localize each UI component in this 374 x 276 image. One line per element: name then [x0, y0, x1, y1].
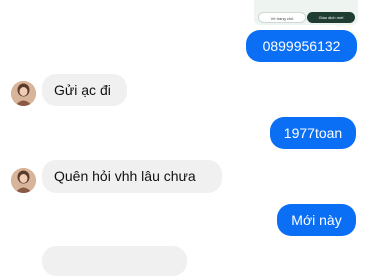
- new-transaction-button[interactable]: Giao dịch mới: [307, 12, 355, 23]
- message-text: 1977toan: [283, 125, 343, 141]
- avatar[interactable]: [11, 168, 36, 193]
- incoming-message[interactable]: [42, 246, 187, 276]
- outgoing-message[interactable]: 1977toan: [270, 117, 356, 149]
- message-text: Gửi ạc đi: [54, 82, 111, 98]
- transaction-card: Về trang chủ Giao dịch mới: [254, 0, 358, 25]
- message-text: Mới này: [291, 212, 342, 228]
- home-button[interactable]: Về trang chủ: [258, 12, 306, 23]
- message-text: Quên hỏi vhh lâu chưa: [54, 168, 196, 184]
- incoming-message[interactable]: Quên hỏi vhh lâu chưa: [42, 160, 222, 193]
- outgoing-message[interactable]: 0899956132: [246, 30, 357, 62]
- outgoing-message[interactable]: Mới này: [277, 204, 356, 236]
- message-text: 0899956132: [262, 38, 341, 54]
- avatar[interactable]: [11, 81, 36, 106]
- incoming-message[interactable]: Gửi ạc đi: [42, 74, 127, 106]
